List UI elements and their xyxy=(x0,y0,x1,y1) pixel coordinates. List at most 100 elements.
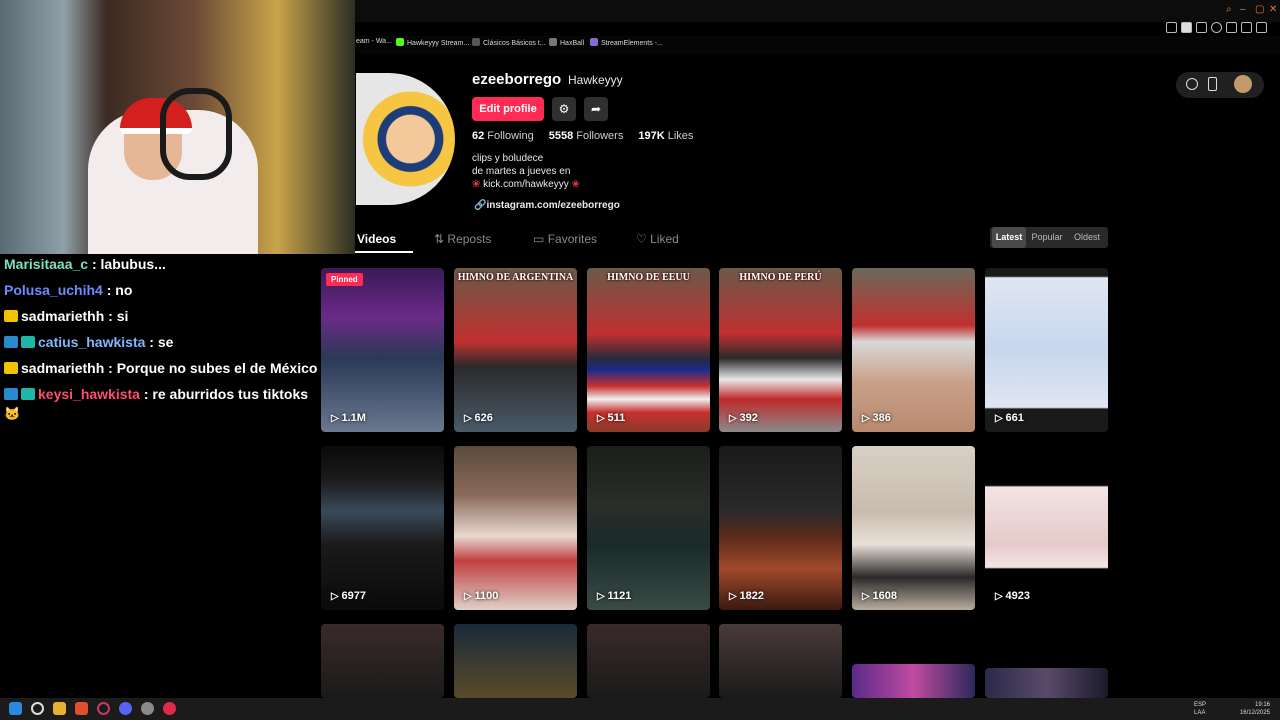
file-explorer-icon[interactable] xyxy=(53,702,66,715)
rose-icon: ❀ xyxy=(472,179,481,190)
tab-liked[interactable]: ♡ Liked xyxy=(636,232,679,246)
video-tile[interactable]: HIMNO DE EEUU 511 xyxy=(587,268,710,432)
video-tile[interactable]: HIMNO DE ARGENTINA 626 xyxy=(454,268,577,432)
chat-message: keysi_hawkista : re aburridos tus tiktok… xyxy=(4,386,308,402)
view-count: 6977 xyxy=(331,590,365,602)
headphones xyxy=(160,88,232,180)
profile-username: ezeeborrego xyxy=(472,71,562,88)
language-indicator[interactable]: ESP LAA xyxy=(1194,701,1206,717)
tab-videos[interactable]: Videos xyxy=(357,232,396,246)
discord-icon[interactable] xyxy=(119,702,132,715)
start-icon[interactable] xyxy=(9,702,22,715)
following-label[interactable]: Following xyxy=(487,130,533,142)
video-tile[interactable] xyxy=(719,624,842,698)
chat-text: Porque no subes el de México xyxy=(116,360,318,376)
phone-icon[interactable] xyxy=(1208,77,1217,91)
share-icon[interactable]: ➦ xyxy=(584,97,608,121)
followers-label[interactable]: Followers xyxy=(576,130,623,142)
video-tile[interactable] xyxy=(852,664,975,698)
shield-icon[interactable] xyxy=(1181,22,1192,33)
video-tile[interactable] xyxy=(454,624,577,698)
video-tile[interactable]: Pinned 1.1M xyxy=(321,268,444,432)
view-count: 4923 xyxy=(995,590,1029,602)
media-player-icon[interactable] xyxy=(163,702,176,715)
brave-icon[interactable] xyxy=(75,702,88,715)
chat-text: labubus... xyxy=(100,256,166,272)
edit-profile-button[interactable]: Edit profile xyxy=(472,97,544,121)
bookmark-item[interactable]: Clásicos Básicos t... xyxy=(472,38,546,47)
tab-reposts[interactable]: ⇅ Reposts xyxy=(434,232,491,246)
view-count: 626 xyxy=(464,412,492,424)
repost-icon: ⇅ xyxy=(434,232,445,246)
bookmark-item[interactable]: HaxBall xyxy=(549,38,584,47)
sort-selector: Latest Popular Oldest xyxy=(990,227,1108,248)
video-tile[interactable]: 661 xyxy=(985,268,1108,432)
video-tile[interactable] xyxy=(321,624,444,698)
chat-message: catius_hawkista : se xyxy=(4,334,173,350)
profile-stats: 62 Following 5558 Followers 197K Likes xyxy=(472,130,705,142)
system-clock[interactable]: 19:16 16/12/2025 xyxy=(1240,701,1270,717)
download-icon[interactable] xyxy=(1241,22,1252,33)
tab-label: Liked xyxy=(650,232,679,246)
pinned-badge: Pinned xyxy=(326,273,363,286)
video-tile[interactable]: 4923 xyxy=(985,446,1108,610)
video-tile[interactable]: 1822 xyxy=(719,446,842,610)
bookmark-item[interactable]: eam - Wa... xyxy=(356,38,392,45)
extension-icon[interactable] xyxy=(1166,22,1177,33)
user-avatar[interactable] xyxy=(1234,75,1252,93)
bookmark-item[interactable]: StreamElements -... xyxy=(590,38,663,47)
top-right-controls xyxy=(1176,72,1264,98)
profile-nickname: Hawkeyyy xyxy=(568,73,623,87)
tab-underline xyxy=(355,251,413,253)
link-icon: 🔗 xyxy=(474,200,487,211)
video-tile[interactable] xyxy=(587,624,710,698)
subscriber-badge-icon xyxy=(4,336,18,348)
bio-line: ❀ kick.com/hawkeyyy ❀ xyxy=(472,179,580,190)
compass-icon[interactable] xyxy=(1186,78,1198,90)
chat-text: si xyxy=(116,308,129,324)
chat-username: sadmariethh xyxy=(21,308,105,324)
opera-icon[interactable] xyxy=(97,702,110,715)
webcam-overlay xyxy=(0,0,355,254)
video-tile[interactable]: 1608 xyxy=(852,446,975,610)
profile-avatar[interactable] xyxy=(356,73,455,205)
search-icon[interactable] xyxy=(31,702,44,715)
clock-date: 16/12/2025 xyxy=(1239,710,1270,716)
video-tile[interactable] xyxy=(985,668,1108,698)
chat-message: Marisitaaa_c : labubus... xyxy=(4,256,166,272)
video-caption: HIMNO DE ARGENTINA xyxy=(457,272,574,283)
video-tile[interactable]: HIMNO DE PERÚ 392 xyxy=(719,268,842,432)
cat-emote-icon: 🐱 xyxy=(4,406,21,421)
sort-latest[interactable]: Latest xyxy=(992,227,1026,248)
sort-oldest[interactable]: Oldest xyxy=(1068,227,1106,248)
crown-badge-icon xyxy=(4,362,18,374)
video-tile[interactable]: 1121 xyxy=(587,446,710,610)
haxball-icon xyxy=(549,38,557,46)
followers-count: 5558 xyxy=(548,130,574,142)
bookmark-item[interactable]: Hawkeyyy Stream... xyxy=(396,38,469,47)
extensions-icon[interactable] xyxy=(1256,22,1267,33)
obs-icon[interactable] xyxy=(141,702,154,715)
settings-gear-icon[interactable]: ⚙ xyxy=(552,97,576,121)
heart-icon[interactable] xyxy=(1211,22,1222,33)
view-count: 1100 xyxy=(464,590,498,602)
profile-link[interactable]: 🔗instagram.com/ezeeborrego xyxy=(474,200,620,211)
sort-popular[interactable]: Popular xyxy=(1028,227,1066,248)
video-tile[interactable]: 1100 xyxy=(454,446,577,610)
bookmark-label: Hawkeyyy Stream... xyxy=(407,40,470,47)
view-count: 1121 xyxy=(597,590,631,602)
chat-text: re aburridos tus tiktoks xyxy=(152,386,309,402)
streamelements-icon xyxy=(590,38,598,46)
tab-favorites[interactable]: ▭ Favorites xyxy=(533,232,597,246)
lang-code: ESP xyxy=(1194,702,1207,708)
bio-line: de martes a jueves en xyxy=(472,166,571,177)
chat-message: sadmariethh : si xyxy=(4,308,128,324)
chat-icon[interactable] xyxy=(1226,22,1237,33)
video-tile[interactable]: 6977 xyxy=(321,446,444,610)
video-tile[interactable]: 386 xyxy=(852,268,975,432)
view-count: 386 xyxy=(862,412,890,424)
extension-icon[interactable] xyxy=(1196,22,1207,33)
chat-username: catius_hawkista xyxy=(38,334,146,350)
chat-message: Polusa_uchih4 : no xyxy=(4,282,133,298)
bio-line: clips y boludece xyxy=(472,153,544,164)
